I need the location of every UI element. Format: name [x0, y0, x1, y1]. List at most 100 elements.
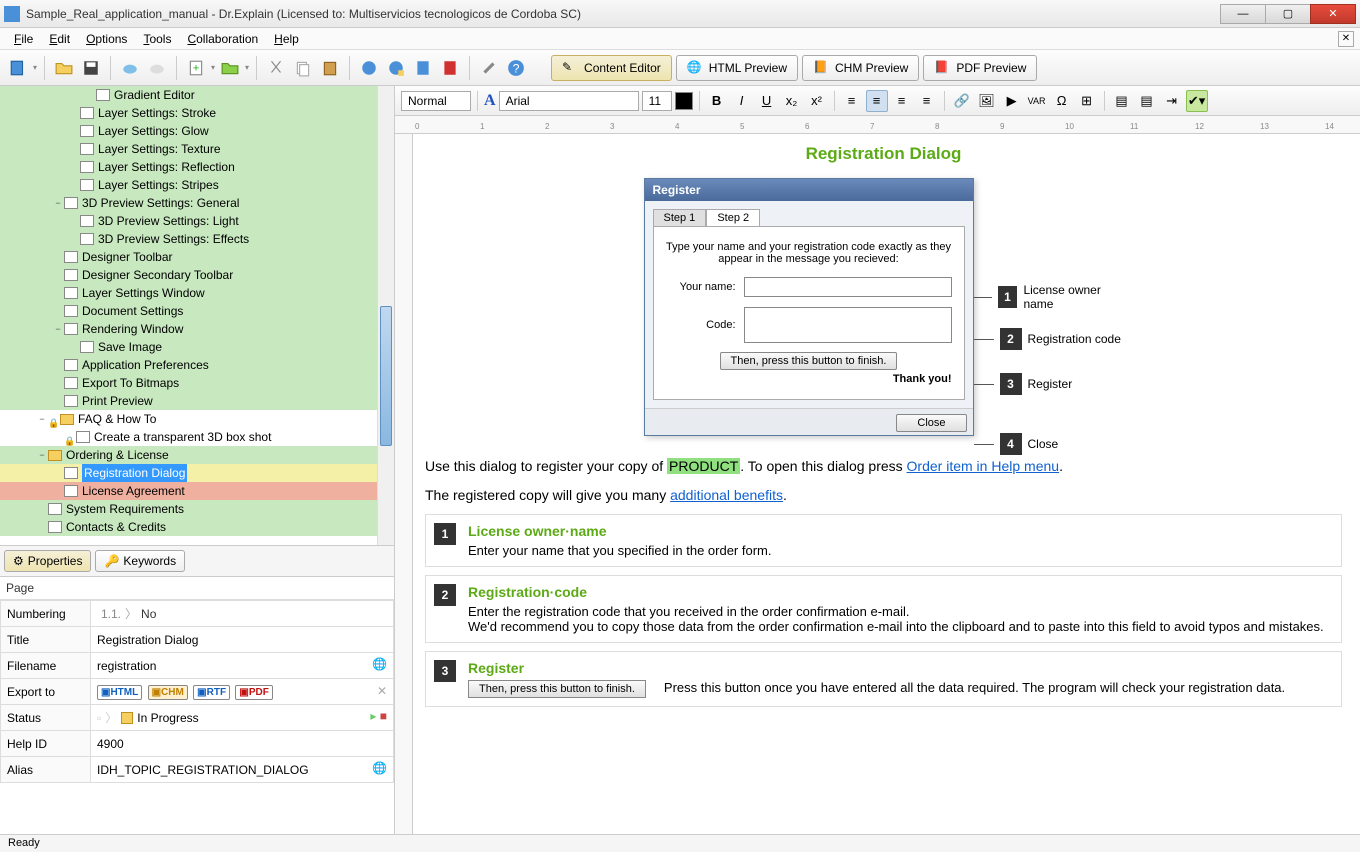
link-button[interactable]: 🔗: [951, 90, 973, 112]
link-benefits[interactable]: additional benefits: [670, 487, 783, 503]
maximize-button[interactable]: ▢: [1265, 4, 1311, 24]
menu-help[interactable]: Help: [266, 30, 307, 48]
image-button[interactable]: 🖼: [976, 90, 998, 112]
fontsize-combo[interactable]: 11: [642, 91, 672, 111]
export-chm-toggle[interactable]: ▣CHM: [148, 685, 188, 700]
align-justify-button[interactable]: ≡: [916, 90, 938, 112]
tree-item[interactable]: 3D Preview Settings: Light: [0, 212, 394, 230]
tree-item[interactable]: Application Preferences: [0, 356, 394, 374]
menu-collaboration[interactable]: Collaboration: [179, 30, 266, 48]
tab-html-preview[interactable]: 🌐HTML Preview: [676, 55, 798, 81]
bullet-list-button[interactable]: ▤: [1111, 90, 1133, 112]
tab-chm-preview[interactable]: 📙CHM Preview: [802, 55, 919, 81]
tree-item[interactable]: Designer Toolbar: [0, 248, 394, 266]
menu-file[interactable]: File: [6, 30, 41, 48]
style-combo[interactable]: Normal: [401, 91, 471, 111]
tree-item[interactable]: Registration Dialog: [0, 464, 394, 482]
menu-edit[interactable]: Edit: [41, 30, 78, 48]
vertical-ruler[interactable]: [395, 134, 413, 834]
horizontal-ruler[interactable]: 01234567891011121314: [395, 116, 1360, 134]
project-tree[interactable]: Gradient EditorLayer Settings: StrokeLay…: [0, 86, 394, 546]
save-icon[interactable]: [79, 56, 103, 80]
alias-field[interactable]: [97, 763, 387, 777]
special-char-button[interactable]: Ω: [1051, 90, 1073, 112]
tree-item[interactable]: Layer Settings: Glow: [0, 122, 394, 140]
tree-item[interactable]: Layer Settings: Texture: [0, 140, 394, 158]
superscript-button[interactable]: x²: [806, 90, 828, 112]
tab-content-editor[interactable]: ✎Content Editor: [551, 55, 672, 81]
helpid-field[interactable]: [97, 737, 387, 751]
paste-icon[interactable]: [318, 56, 342, 80]
svg-text:+: +: [193, 62, 200, 74]
subscript-button[interactable]: x₂: [781, 90, 803, 112]
tree-item[interactable]: Save Image: [0, 338, 394, 356]
tab-keywords[interactable]: 🔑 Keywords: [95, 550, 185, 572]
tree-item[interactable]: Layer Settings Window: [0, 284, 394, 302]
tree-item[interactable]: Contacts & Credits: [0, 518, 394, 536]
tree-item[interactable]: −🔒FAQ & How To: [0, 410, 394, 428]
tree-item[interactable]: Layer Settings: Reflection: [0, 158, 394, 176]
clear-export-icon[interactable]: ✕: [377, 684, 387, 698]
bold-button[interactable]: B: [706, 90, 728, 112]
link-order-item[interactable]: Order item in Help menu: [907, 458, 1060, 474]
menu-tools[interactable]: Tools: [135, 30, 179, 48]
tree-item[interactable]: License Agreement: [0, 482, 394, 500]
tree-item[interactable]: Document Settings: [0, 302, 394, 320]
font-combo[interactable]: Arial: [499, 91, 639, 111]
italic-button[interactable]: I: [731, 90, 753, 112]
video-button[interactable]: ▶: [1001, 90, 1023, 112]
globe-icon[interactable]: 🌐: [372, 761, 387, 775]
add-page-icon[interactable]: +: [184, 56, 208, 80]
align-left-button[interactable]: ≡: [841, 90, 863, 112]
spellcheck-button[interactable]: ✔▾: [1186, 90, 1208, 112]
indent-button[interactable]: ⇥: [1161, 90, 1183, 112]
export-pdf-toggle[interactable]: ▣PDF: [235, 685, 272, 700]
tab-properties[interactable]: ⚙ Properties: [4, 550, 91, 572]
add-folder-icon[interactable]: [218, 56, 242, 80]
cloud-download-icon[interactable]: [145, 56, 169, 80]
tree-item[interactable]: Gradient Editor: [0, 86, 394, 104]
cloud-upload-icon[interactable]: [118, 56, 142, 80]
new-project-icon[interactable]: [6, 56, 30, 80]
underline-button[interactable]: U: [756, 90, 778, 112]
align-center-button[interactable]: ≡: [866, 90, 888, 112]
export-html-icon[interactable]: [357, 56, 381, 80]
export-html-toggle[interactable]: ▣HTML: [97, 685, 142, 700]
tree-item[interactable]: Export To Bitmaps: [0, 374, 394, 392]
document-area[interactable]: Registration Dialog Register Step 1 Step…: [395, 134, 1360, 834]
open-icon[interactable]: [52, 56, 76, 80]
title-field[interactable]: [97, 633, 387, 647]
table-button[interactable]: ⊞: [1076, 90, 1098, 112]
export-rtf-icon[interactable]: [411, 56, 435, 80]
tree-item[interactable]: 3D Preview Settings: Effects: [0, 230, 394, 248]
tree-item[interactable]: Designer Secondary Toolbar: [0, 266, 394, 284]
tab-pdf-preview[interactable]: 📕PDF Preview: [923, 55, 1037, 81]
settings-icon[interactable]: [477, 56, 501, 80]
tree-item[interactable]: Layer Settings: Stripes: [0, 176, 394, 194]
cut-icon[interactable]: [264, 56, 288, 80]
export-rtf-toggle[interactable]: ▣RTF: [193, 685, 230, 700]
filename-field[interactable]: [97, 659, 387, 673]
number-list-button[interactable]: ▤: [1136, 90, 1158, 112]
tree-item[interactable]: Layer Settings: Stroke: [0, 104, 394, 122]
tree-item[interactable]: Print Preview: [0, 392, 394, 410]
tree-item[interactable]: −Rendering Window: [0, 320, 394, 338]
mdi-close-button[interactable]: ✕: [1338, 31, 1354, 47]
export-chm-icon[interactable]: [384, 56, 408, 80]
tree-scrollbar[interactable]: [377, 86, 394, 545]
variable-button[interactable]: VAR: [1026, 90, 1048, 112]
globe-icon[interactable]: 🌐: [372, 657, 387, 671]
minimize-button[interactable]: —: [1220, 4, 1266, 24]
font-color-swatch[interactable]: [675, 92, 693, 110]
tree-item[interactable]: −Ordering & License: [0, 446, 394, 464]
tree-item[interactable]: −3D Preview Settings: General: [0, 194, 394, 212]
export-pdf-icon[interactable]: [438, 56, 462, 80]
help-icon[interactable]: ?: [504, 56, 528, 80]
callout-section: 1License owner·nameEnter your name that …: [425, 514, 1342, 567]
align-right-button[interactable]: ≡: [891, 90, 913, 112]
tree-item[interactable]: 🔒Create a transparent 3D box shot: [0, 428, 394, 446]
menu-options[interactable]: Options: [78, 30, 135, 48]
close-button[interactable]: ✕: [1310, 4, 1356, 24]
tree-item[interactable]: System Requirements: [0, 500, 394, 518]
copy-icon[interactable]: [291, 56, 315, 80]
